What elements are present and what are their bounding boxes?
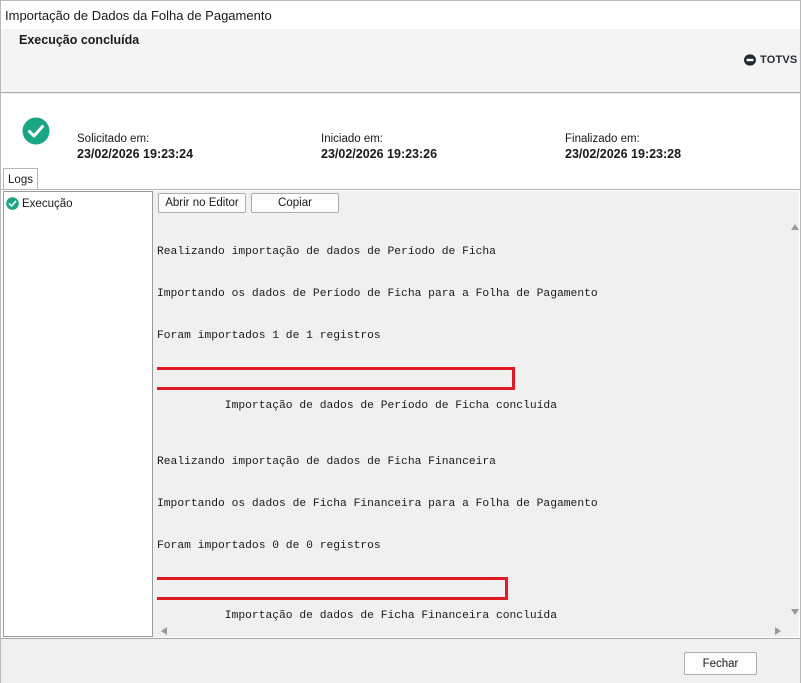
title-bar: Importação de Dados da Folha de Pagament…: [1, 1, 800, 29]
finished-at: Finalizado em: 23/02/2026 19:23:28: [565, 133, 681, 162]
scroll-right-arrow-icon[interactable]: [775, 627, 781, 635]
check-circle-icon: [22, 117, 50, 145]
footer-bar: Fechar: [1, 640, 800, 683]
header-panel: Execução concluída TOTVS: [1, 29, 800, 93]
log-line-text: Importação de dados de Ficha Financeira …: [224, 610, 557, 622]
open-in-editor-button[interactable]: Abrir no Editor: [158, 193, 246, 213]
totvs-logo: TOTVS: [743, 53, 797, 67]
started-value: 23/02/2026 19:23:26: [321, 147, 438, 161]
execution-summary: Solicitado em: 23/02/2026 19:23:24 Inici…: [1, 94, 800, 166]
highlight-box: [157, 577, 508, 600]
finished-value: 23/02/2026 19:23:28: [565, 147, 682, 161]
log-line: Importando os dados de Período de Ficha …: [157, 288, 598, 300]
check-circle-icon: [6, 197, 19, 210]
tree-item-label: Execução: [22, 197, 73, 210]
log-line-highlighted: Importação de dados de Ficha Financeira …: [157, 577, 785, 622]
tab-logs[interactable]: Logs: [3, 168, 38, 191]
tab-strip: Logs: [1, 166, 800, 191]
log-line: Importando os dados de Ficha Financeira …: [157, 498, 598, 510]
window-title: Importação de Dados da Folha de Pagament…: [5, 8, 272, 23]
requested-at: Solicitado em: 23/02/2026 19:23:24: [77, 133, 193, 162]
close-button[interactable]: Fechar: [684, 652, 757, 675]
started-label: Iniciado em:: [321, 133, 384, 145]
highlight-box: [157, 367, 515, 390]
tree-item-execucao[interactable]: Execução: [6, 197, 73, 210]
log-line-highlighted: Importação de dados de Período de Ficha …: [157, 367, 785, 412]
copy-button[interactable]: Copiar: [251, 193, 339, 213]
scroll-left-arrow-icon[interactable]: [161, 627, 167, 635]
execution-tree: Execução: [3, 191, 153, 637]
started-at: Iniciado em: 23/02/2026 19:23:26: [321, 133, 437, 162]
dialog-window: Importação de Dados da Folha de Pagament…: [0, 0, 801, 683]
requested-label: Solicitado em:: [77, 133, 150, 145]
log-line: Foram importados 0 de 0 registros: [157, 540, 381, 552]
log-text[interactable]: Realizando importação de dados de Períod…: [157, 217, 785, 627]
log-line-text: Importação de dados de Período de Ficha …: [224, 400, 557, 412]
log-viewer: Abrir no Editor Copiar Realizando import…: [153, 191, 799, 637]
logs-panel: Execução Abrir no Editor Copiar Realizan…: [1, 189, 800, 639]
page-title: Execução concluída: [19, 33, 140, 47]
finished-label: Finalizado em:: [565, 133, 640, 145]
scroll-up-arrow-icon[interactable]: [791, 224, 799, 230]
log-line: Foram importados 1 de 1 registros: [157, 330, 381, 342]
scroll-down-arrow-icon[interactable]: [791, 609, 799, 615]
log-line: Realizando importação de dados de Ficha …: [157, 456, 496, 468]
requested-value: 23/02/2026 19:23:24: [77, 147, 194, 161]
log-line: Realizando importação de dados de Períod…: [157, 246, 496, 258]
totvs-logo-icon: [743, 53, 757, 67]
logo-text: TOTVS: [760, 54, 798, 66]
